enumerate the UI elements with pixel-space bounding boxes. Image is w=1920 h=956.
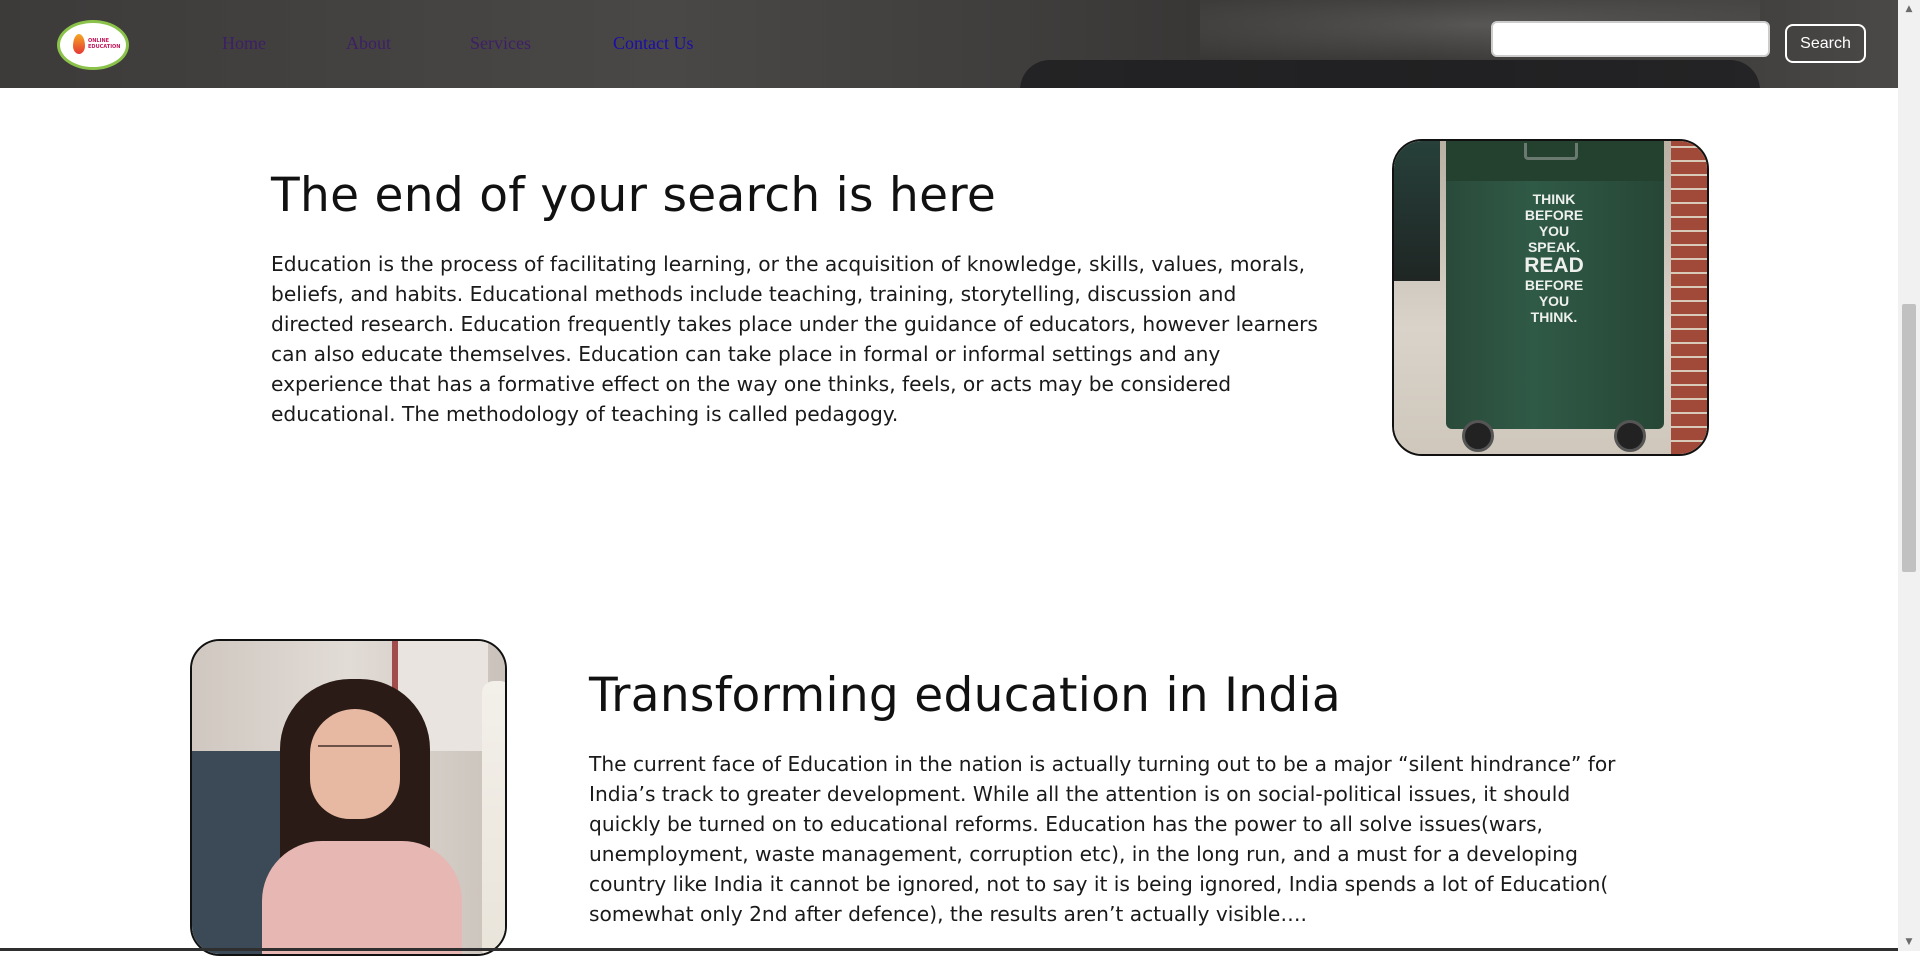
nav-contact-link[interactable]: Contact Us <box>613 33 694 54</box>
photo-brick-wall <box>1671 141 1707 454</box>
section-1-text: Education is the process of facilitating… <box>271 252 1318 426</box>
scrollbar-thumb[interactable] <box>1902 304 1916 572</box>
photo-bin-handle <box>1524 143 1578 160</box>
think-before-you-speak-photo: THINK BEFORE YOU SPEAK. READ BEFORE YOU … <box>1392 139 1709 456</box>
logo-line-2: EDUCATION <box>88 44 121 50</box>
photo-bin-wheel <box>1462 420 1494 452</box>
sign-line: READ <box>1524 254 1584 277</box>
section-2-title: Transforming education in India <box>589 668 1341 723</box>
search-button[interactable]: Search <box>1785 24 1866 63</box>
sign-line: THINK. <box>1530 309 1578 325</box>
sign-line: BEFORE <box>1524 207 1584 223</box>
sign-line: THINK <box>1532 191 1576 207</box>
photo-skeleton-model <box>482 681 505 954</box>
logo-text: ONLINE EDUCATION <box>88 38 120 50</box>
sign-line: BEFORE <box>1524 277 1584 293</box>
search-input[interactable] <box>1491 21 1770 57</box>
site-logo[interactable]: ONLINE EDUCATION <box>57 20 129 70</box>
scroll-down-icon[interactable]: ▼ <box>1902 935 1916 949</box>
student-portrait-photo <box>190 639 507 956</box>
nav-services-link[interactable]: Services <box>470 33 531 54</box>
top-navbar: ONLINE EDUCATION Home About Services Con… <box>0 0 1898 88</box>
photo-bin-wheel <box>1614 420 1646 452</box>
photo-glasses <box>318 745 392 765</box>
sign-line: YOU <box>1538 223 1570 239</box>
sign-line: YOU <box>1538 293 1570 309</box>
scroll-up-icon[interactable]: ▲ <box>1902 2 1916 16</box>
section-1-title: The end of your search is here <box>271 168 997 223</box>
photo-sign-text: THINK BEFORE YOU SPEAK. READ BEFORE YOU … <box>1454 191 1654 325</box>
section-2-text: The current face of Education in the nat… <box>589 752 1616 926</box>
photo-blouse <box>262 841 462 954</box>
sign-line: SPEAK. <box>1527 239 1581 255</box>
flame-icon <box>73 34 85 54</box>
photo-person-silhouette <box>1394 141 1440 281</box>
nav-home-link[interactable]: Home <box>222 33 266 54</box>
nav-about-link[interactable]: About <box>346 33 391 54</box>
